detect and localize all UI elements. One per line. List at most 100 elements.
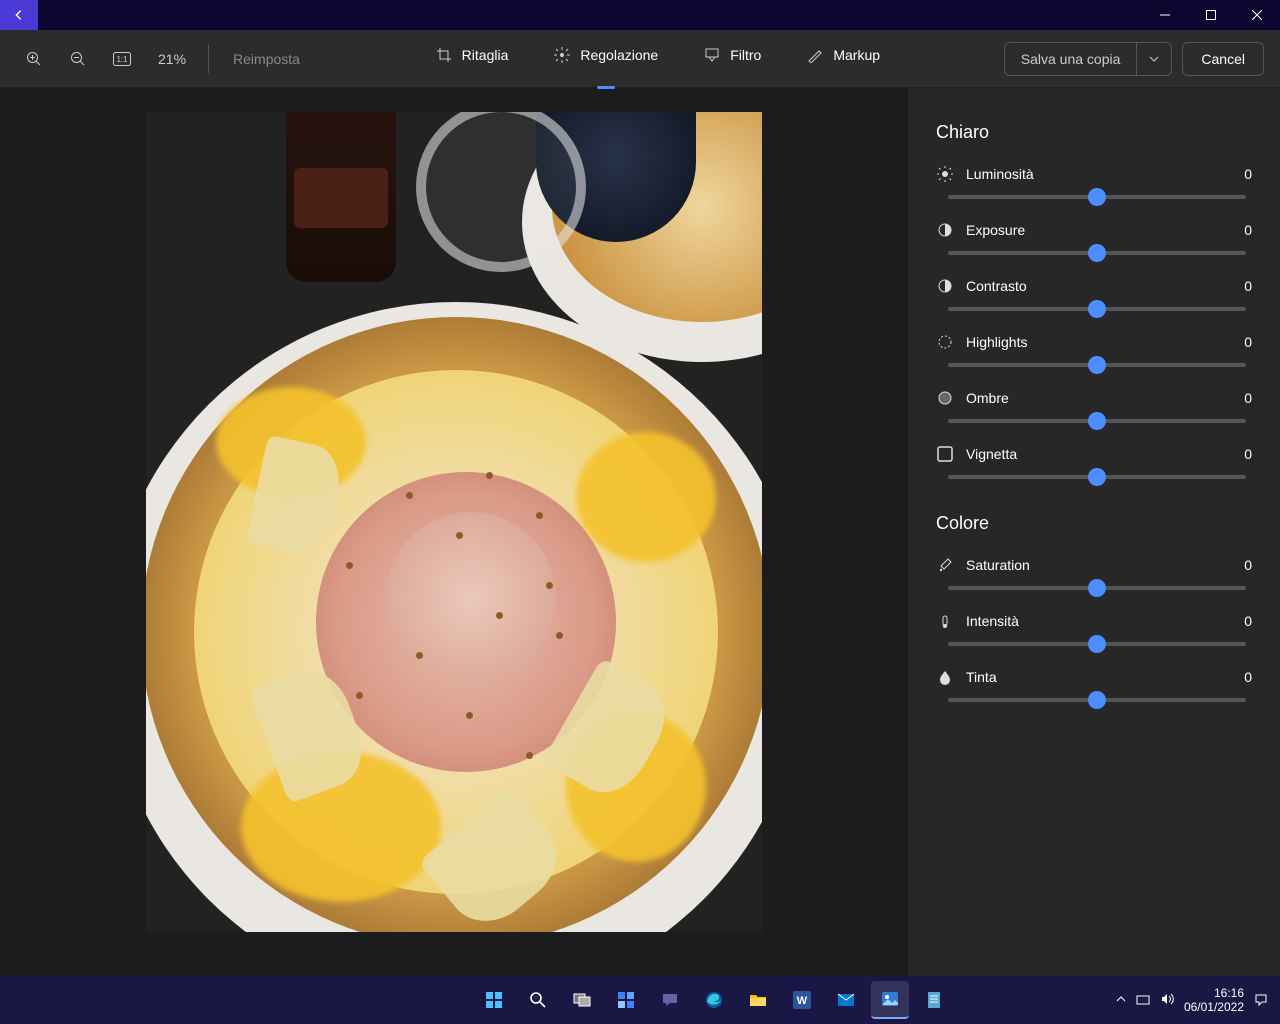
slider-track[interactable]	[948, 698, 1246, 702]
divider	[208, 45, 209, 73]
tint-icon	[936, 668, 954, 686]
slider-brightness: Luminosità 0	[936, 165, 1252, 199]
tray-chevron-icon[interactable]	[1116, 993, 1126, 1007]
slider-value: 0	[1244, 334, 1252, 350]
slider-highlights: Highlights 0	[936, 333, 1252, 367]
mail-icon[interactable]	[827, 981, 865, 1019]
slider-thumb[interactable]	[1088, 691, 1106, 709]
fit-button[interactable]: 1:1	[104, 41, 140, 77]
slider-thumb[interactable]	[1088, 412, 1106, 430]
toolbar: 1:1 21% Reimposta Ritaglia Regolazione F…	[0, 30, 1280, 88]
widgets-icon[interactable]	[607, 981, 645, 1019]
maximize-button[interactable]	[1188, 0, 1234, 30]
slider-shadows: Ombre 0	[936, 389, 1252, 423]
tray-network-icon[interactable]	[1136, 992, 1150, 1009]
back-button[interactable]	[0, 0, 38, 30]
shadows-icon	[936, 389, 954, 407]
slider-vignette: Vignetta 0	[936, 445, 1252, 479]
slider-track[interactable]	[948, 419, 1246, 423]
svg-text:1:1: 1:1	[116, 55, 128, 64]
start-button[interactable]	[475, 981, 513, 1019]
close-button[interactable]	[1234, 0, 1280, 30]
slider-track[interactable]	[948, 251, 1246, 255]
slider-label: Vignetta	[966, 446, 1232, 462]
tab-label: Markup	[833, 47, 880, 63]
tab-group: Ritaglia Regolazione Filtro Markup	[320, 41, 996, 77]
tab-markup[interactable]: Markup	[803, 41, 884, 77]
slider-contrast: Contrasto 0	[936, 277, 1252, 311]
zoom-percent: 21%	[148, 51, 196, 67]
taskbar-center: W	[312, 981, 1116, 1019]
save-dropdown-button[interactable]	[1136, 43, 1171, 75]
slider-value: 0	[1244, 222, 1252, 238]
slider-value: 0	[1244, 557, 1252, 573]
slider-track[interactable]	[948, 642, 1246, 646]
reset-button[interactable]: Reimposta	[221, 45, 312, 73]
slider-label: Tinta	[966, 669, 1232, 685]
svg-text:W: W	[797, 995, 808, 1007]
slider-track[interactable]	[948, 363, 1246, 367]
photos-icon[interactable]	[871, 981, 909, 1019]
zoom-out-button[interactable]	[60, 41, 96, 77]
section-light-title: Chiaro	[936, 122, 1252, 143]
search-icon[interactable]	[519, 981, 557, 1019]
contrast-icon	[936, 277, 954, 295]
markup-icon	[807, 47, 823, 63]
slider-thumb[interactable]	[1088, 579, 1106, 597]
minimize-button[interactable]	[1142, 0, 1188, 30]
tray-time: 16:16	[1184, 986, 1244, 1000]
slider-thumb[interactable]	[1088, 188, 1106, 206]
filter-icon	[704, 47, 720, 63]
slider-exposure: Exposure 0	[936, 221, 1252, 255]
titlebar	[0, 0, 1280, 30]
slider-label: Intensità	[966, 613, 1232, 629]
slider-thumb[interactable]	[1088, 244, 1106, 262]
tray-notifications-icon[interactable]	[1254, 992, 1268, 1009]
section-color-title: Colore	[936, 513, 1252, 534]
chat-icon[interactable]	[651, 981, 689, 1019]
slider-value: 0	[1244, 166, 1252, 182]
slider-track[interactable]	[948, 586, 1246, 590]
tray-date: 06/01/2022	[1184, 1000, 1244, 1014]
slider-thumb[interactable]	[1088, 300, 1106, 318]
slider-label: Ombre	[966, 390, 1232, 406]
intensity-icon	[936, 612, 954, 630]
save-split-button: Salva una copia	[1004, 42, 1173, 76]
taskview-icon[interactable]	[563, 981, 601, 1019]
canvas-area[interactable]	[0, 88, 908, 976]
tab-crop[interactable]: Ritaglia	[432, 41, 513, 77]
tab-filter[interactable]: Filtro	[700, 41, 765, 77]
edge-icon[interactable]	[695, 981, 733, 1019]
slider-thumb[interactable]	[1088, 468, 1106, 486]
slider-label: Luminosità	[966, 166, 1232, 182]
slider-track[interactable]	[948, 475, 1246, 479]
slider-thumb[interactable]	[1088, 635, 1106, 653]
slider-label: Exposure	[966, 222, 1232, 238]
tab-label: Ritaglia	[462, 47, 509, 63]
system-tray[interactable]: 16:16 06/01/2022	[1116, 986, 1268, 1015]
slider-label: Saturation	[966, 557, 1232, 573]
adjustment-panel: Chiaro Luminosità 0 Exposure 0 Contrasto…	[908, 88, 1280, 976]
slider-saturation: Saturation 0	[936, 556, 1252, 590]
notepad-icon[interactable]	[915, 981, 953, 1019]
tab-adjustment[interactable]: Regolazione	[550, 41, 662, 77]
slider-track[interactable]	[948, 307, 1246, 311]
vignette-icon	[936, 445, 954, 463]
exposure-icon	[936, 221, 954, 239]
crop-icon	[436, 47, 452, 63]
word-icon[interactable]: W	[783, 981, 821, 1019]
adjustment-icon	[554, 47, 570, 63]
cancel-button[interactable]: Cancel	[1182, 42, 1264, 76]
saturation-icon	[936, 556, 954, 574]
brightness-icon	[936, 165, 954, 183]
slider-value: 0	[1244, 446, 1252, 462]
slider-value: 0	[1244, 390, 1252, 406]
tray-volume-icon[interactable]	[1160, 992, 1174, 1009]
explorer-icon[interactable]	[739, 981, 777, 1019]
slider-track[interactable]	[948, 195, 1246, 199]
tab-label: Regolazione	[580, 47, 658, 63]
save-button[interactable]: Salva una copia	[1005, 43, 1137, 75]
zoom-in-button[interactable]	[16, 41, 52, 77]
tray-clock[interactable]: 16:16 06/01/2022	[1184, 986, 1244, 1015]
slider-thumb[interactable]	[1088, 356, 1106, 374]
